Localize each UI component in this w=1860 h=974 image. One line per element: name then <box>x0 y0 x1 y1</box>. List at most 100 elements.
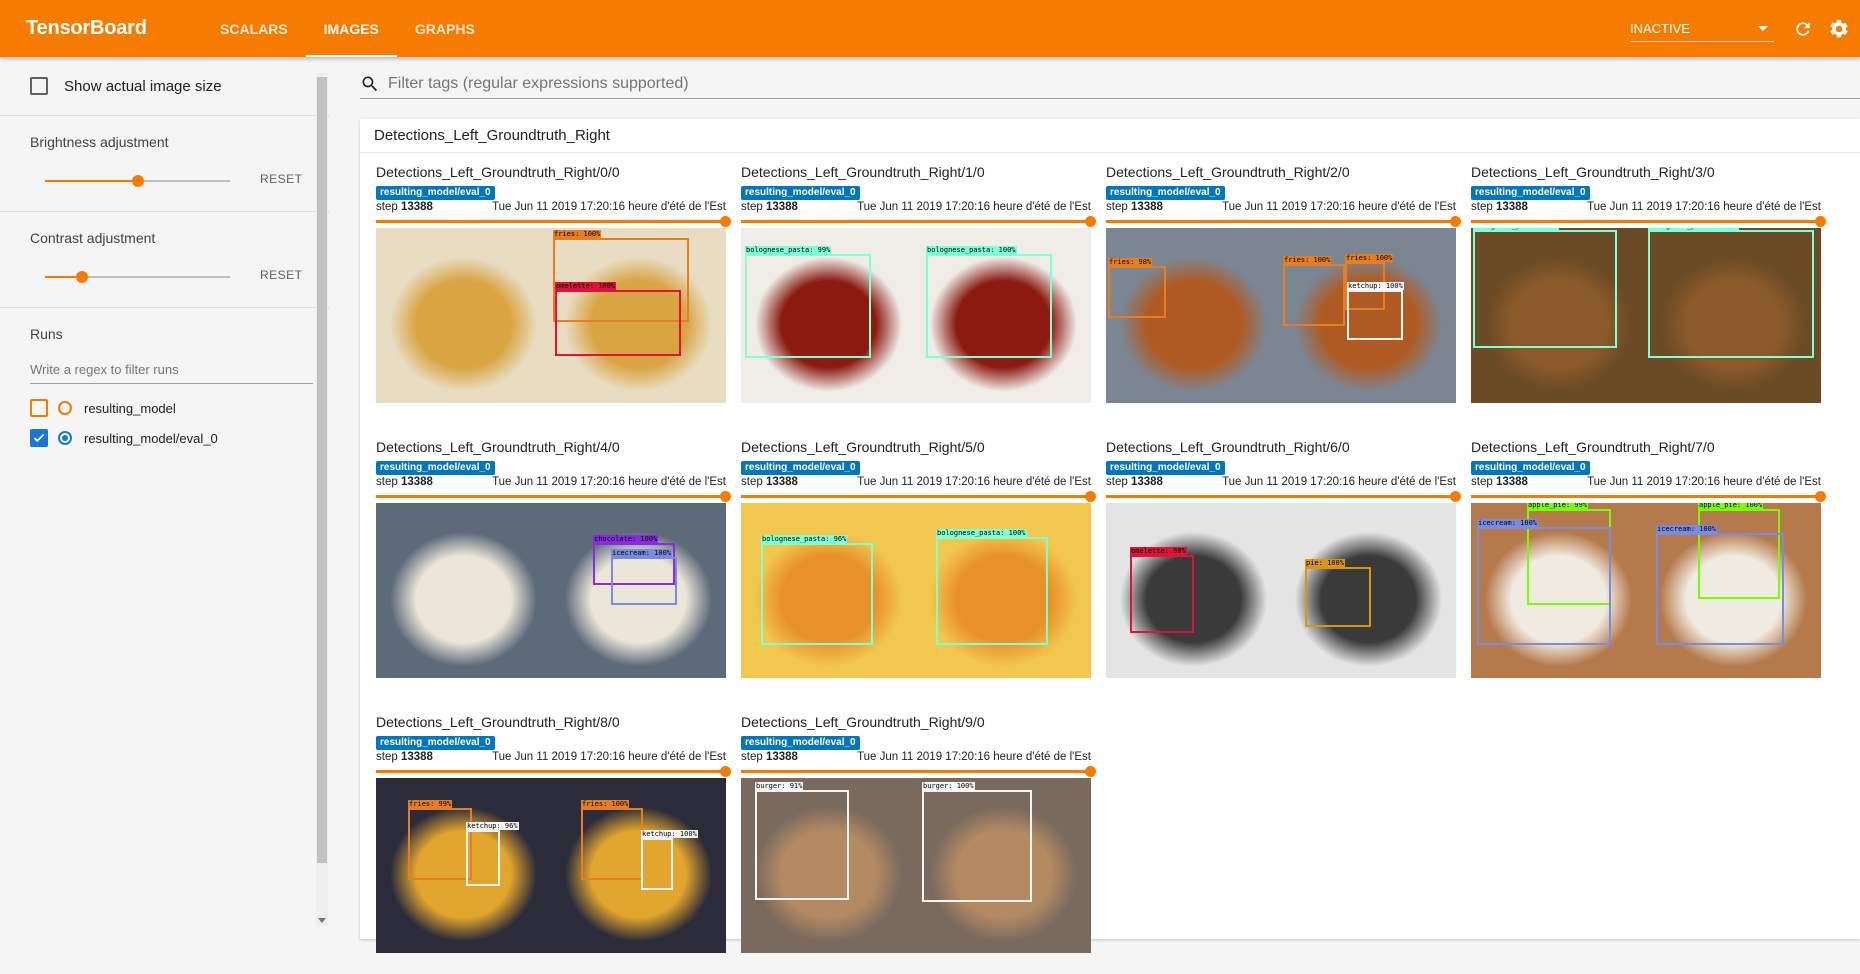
run-badge: resulting_model/eval_0 <box>741 186 860 200</box>
step-slider[interactable] <box>1106 216 1461 227</box>
run-checkbox[interactable] <box>30 429 48 447</box>
bounding-box: bolognese_pasta: 100% <box>1648 228 1814 358</box>
tab-scalars[interactable]: SCALARS <box>202 0 306 57</box>
scroll-down-arrow-icon[interactable] <box>318 918 326 923</box>
bounding-box: icecream: 100% <box>611 549 677 605</box>
inactive-dashboards-select[interactable]: INACTIVE <box>1630 16 1774 42</box>
bounding-box-label: bolognese_pasta: 99% <box>1473 228 1560 230</box>
run-checkbox[interactable] <box>30 399 48 417</box>
bounding-box: ketchup: 96% <box>466 822 519 886</box>
runs-filter-input[interactable]: Write a regex to filter runs <box>30 356 313 384</box>
settings-button[interactable] <box>1824 14 1854 44</box>
image-tag-title: Detections_Left_Groundtruth_Right/8/0 <box>376 714 620 730</box>
image-tag-title: Detections_Left_Groundtruth_Right/7/0 <box>1471 439 1715 455</box>
image-display[interactable]: bolognese_pasta: 96% bolognese_pasta: 100… <box>741 503 1091 678</box>
detection-image: apple_pie: 99% icecream: 100% <box>1471 503 1646 678</box>
image-tag-title: Detections_Left_Groundtruth_Right/0/0 <box>376 164 620 180</box>
detection-image: omelette: 98% <box>1106 503 1281 678</box>
image-card: Detections_Left_Groundtruth_Right/4/0 re… <box>376 439 731 699</box>
step-label: step <box>1106 476 1128 488</box>
image-card: Detections_Left_Groundtruth_Right/7/0 re… <box>1471 439 1826 699</box>
runs-label: Runs <box>30 326 63 342</box>
image-display[interactable]: burger: 91% burger: 100% <box>741 778 1091 953</box>
image-tag-title: Detections_Left_Groundtruth_Right/2/0 <box>1106 164 1350 180</box>
image-card: Detections_Left_Groundtruth_Right/6/0 re… <box>1106 439 1461 699</box>
image-meta: step 13388 Tue Jun 11 2019 17:20:16 heur… <box>1471 201 1821 217</box>
sidebar-scrollbar-thumb[interactable] <box>317 77 327 863</box>
brightness-reset-button[interactable]: RESET <box>260 172 303 186</box>
image-display[interactable]: apple_pie: 99% icecream: 100% apple_pie: 1… <box>1471 503 1821 678</box>
run-item[interactable]: resulting_model <box>30 394 300 422</box>
step-slider-handle[interactable] <box>1085 491 1096 502</box>
step-slider-handle[interactable] <box>1450 491 1461 502</box>
bounding-box-label: ketchup: 100% <box>1347 282 1404 290</box>
detection-image: bolognese_pasta: 99% <box>1471 228 1646 403</box>
image-display[interactable]: fries: 98% fries: 100% fries: 100% ketchup:… <box>1106 228 1456 403</box>
step-slider-handle[interactable] <box>1450 216 1461 227</box>
contrast-slider-handle[interactable] <box>76 271 88 283</box>
image-meta: step 13388 Tue Jun 11 2019 17:20:16 heur… <box>741 751 1091 767</box>
image-display[interactable]: bolognese_pasta: 99% bolognese_pasta: 100… <box>741 228 1091 403</box>
gear-icon <box>1830 19 1848 37</box>
tag-group-card: Detections_Left_Groundtruth_Right Detect… <box>360 119 1860 953</box>
tag-filter-input[interactable]: Filter tags (regular expressions support… <box>388 75 689 93</box>
step-slider[interactable] <box>1106 491 1461 502</box>
bounding-box-label: apple_pie: 99% <box>1527 503 1589 509</box>
bounding-box-label: apple_pie: 100% <box>1698 503 1764 509</box>
step-label: step <box>1106 201 1128 213</box>
main-content: Filter tags (regular expressions support… <box>360 57 1860 953</box>
reload-button[interactable] <box>1788 14 1818 44</box>
tag-filter[interactable]: Filter tags (regular expressions support… <box>360 69 1860 99</box>
image-card: Detections_Left_Groundtruth_Right/8/0 re… <box>376 714 731 974</box>
step-slider-handle[interactable] <box>1815 216 1826 227</box>
step-label: step <box>741 476 763 488</box>
step-slider-handle[interactable] <box>720 491 731 502</box>
detection-image: fries: 98% <box>1106 228 1281 403</box>
step-slider[interactable] <box>741 491 1096 502</box>
step-slider[interactable] <box>741 216 1096 227</box>
step-readout: step 13388 <box>741 476 798 492</box>
image-display[interactable]: fries: 100% omelette: 100% <box>376 228 726 403</box>
tag-group-title[interactable]: Detections_Left_Groundtruth_Right <box>360 119 1860 153</box>
groundtruth-image: bolognese_pasta: 100% <box>1646 228 1821 403</box>
step-slider[interactable] <box>741 766 1096 777</box>
brightness-slider[interactable] <box>45 175 230 187</box>
step-slider-handle[interactable] <box>1085 216 1096 227</box>
step-value: 13388 <box>765 201 798 213</box>
image-display[interactable]: fries: 99% ketchup: 96% fries: 100% ketchup… <box>376 778 726 953</box>
step-slider-handle[interactable] <box>720 766 731 777</box>
bounding-box: bolognese_pasta: 100% <box>936 529 1048 645</box>
image-display[interactable]: omelette: 98% pie: 100% <box>1106 503 1456 678</box>
image-card: Detections_Left_Groundtruth_Right/2/0 re… <box>1106 164 1461 424</box>
dashboard-tabs: SCALARS IMAGES GRAPHS <box>202 0 493 57</box>
groundtruth-image: apple_pie: 100% icecream: 100% <box>1646 503 1821 678</box>
step-slider[interactable] <box>1471 491 1826 502</box>
run-item[interactable]: resulting_model/eval_0 <box>30 424 300 452</box>
step-slider[interactable] <box>376 491 731 502</box>
show-actual-size-checkbox[interactable] <box>30 77 48 95</box>
step-slider[interactable] <box>376 216 731 227</box>
brightness-slider-fill <box>45 180 138 182</box>
tab-images[interactable]: IMAGES <box>305 0 398 57</box>
step-slider-handle[interactable] <box>1085 766 1096 777</box>
tab-graphs[interactable]: GRAPHS <box>397 0 493 57</box>
sidebar-scrollbar[interactable] <box>316 73 328 926</box>
image-display[interactable]: bolognese_pasta: 99% bolognese_pasta: 100… <box>1471 228 1821 403</box>
bounding-box: burger: 100% <box>922 782 1032 902</box>
bounding-box: bolognese_pasta: 99% <box>745 246 871 358</box>
contrast-reset-button[interactable]: RESET <box>260 268 303 282</box>
step-slider-handle[interactable] <box>1815 491 1826 502</box>
image-display[interactable]: chocolate: 100% icecream: 100% <box>376 503 726 678</box>
step-slider-handle[interactable] <box>720 216 731 227</box>
brightness-slider-handle[interactable] <box>131 175 144 187</box>
show-actual-size-toggle[interactable]: Show actual image size <box>30 57 300 115</box>
step-slider[interactable] <box>1471 216 1826 227</box>
run-radio[interactable] <box>58 431 72 445</box>
bounding-box-label: omelette: 100% <box>555 282 617 290</box>
run-radio[interactable] <box>58 401 72 415</box>
contrast-slider[interactable] <box>45 271 230 283</box>
image-tag-title: Detections_Left_Groundtruth_Right/5/0 <box>741 439 985 455</box>
image-meta: step 13388 Tue Jun 11 2019 17:20:16 heur… <box>1471 476 1821 492</box>
bounding-box-label: bolognese_pasta: 100% <box>936 529 1027 537</box>
step-slider[interactable] <box>376 766 731 777</box>
